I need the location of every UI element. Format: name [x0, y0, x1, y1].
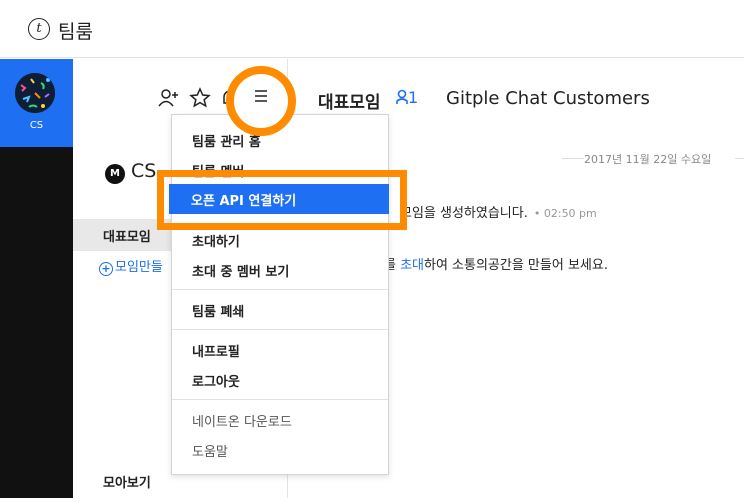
invite-hint-suffix: 하여 소통의공간을 만들어 보세요.	[423, 258, 608, 273]
team-rail: CS	[0, 59, 73, 498]
app-name: 팀룸	[58, 21, 93, 43]
room-title: CS	[131, 160, 157, 182]
hamburger-icon[interactable]	[249, 87, 273, 111]
member-count[interactable]: 1	[396, 88, 418, 107]
star-icon[interactable]	[188, 87, 212, 111]
menu-divider	[172, 399, 388, 400]
invite-hint-message: 버를 초대하여 소통의공간을 만들어 보세요.	[372, 254, 608, 273]
add-member-icon[interactable]	[157, 87, 181, 111]
menu-item-open-api-label: 오픈 API 연결하기	[191, 194, 297, 209]
nav-item-main-group-label: 대표모임	[103, 230, 151, 245]
system-message: 모임을 생성하였습니다. • 02:50 pm	[400, 202, 597, 221]
date-label: 2017년 11월 22일 수요일	[584, 153, 712, 166]
message-time: • 02:50 pm	[533, 207, 597, 220]
menu-divider	[172, 289, 388, 290]
menu-item-invite[interactable]: 초대하기	[192, 231, 240, 250]
system-message-text: 모임을 생성하였습니다.	[400, 206, 528, 221]
chat-room-name: 대표모임	[318, 93, 381, 113]
menu-item-pending-members[interactable]: 초대 중 멤버 보기	[192, 261, 289, 280]
team-avatar	[15, 73, 55, 113]
menu-item-logout[interactable]: 로그아웃	[192, 371, 240, 390]
logo-icon: t	[28, 18, 50, 40]
rail-team-label: CS	[29, 120, 44, 131]
menu-item-help[interactable]: 도움말	[192, 441, 228, 460]
room-badge: M	[105, 164, 125, 184]
menu-item-my-profile[interactable]: 내프로필	[192, 341, 240, 360]
top-bar: t 팀룸	[0, 0, 744, 58]
make-group-link[interactable]: + 모임만들	[99, 256, 163, 276]
menu-item-nateon-download[interactable]: 네이트온 다운로드	[192, 411, 292, 430]
member-count-value: 1	[408, 88, 419, 107]
menu-item-close-team[interactable]: 팀룸 폐쇄	[192, 301, 244, 320]
make-group-label: 모임만들	[115, 260, 163, 275]
collection-heading[interactable]: 모아보기	[103, 472, 151, 491]
plus-circle-icon: +	[99, 262, 113, 276]
rail-team-cs[interactable]: CS	[0, 59, 73, 147]
chat-room-subtitle: Gitple Chat Customers	[446, 88, 650, 109]
menu-divider	[172, 329, 388, 330]
invite-link[interactable]: 초대	[400, 258, 424, 273]
team-menu-dropdown: 팀룸 관리 홈 팀룸 멤버 초대하기 초대 중 멤버 보기 팀룸 폐쇄 내프로필…	[171, 114, 389, 475]
